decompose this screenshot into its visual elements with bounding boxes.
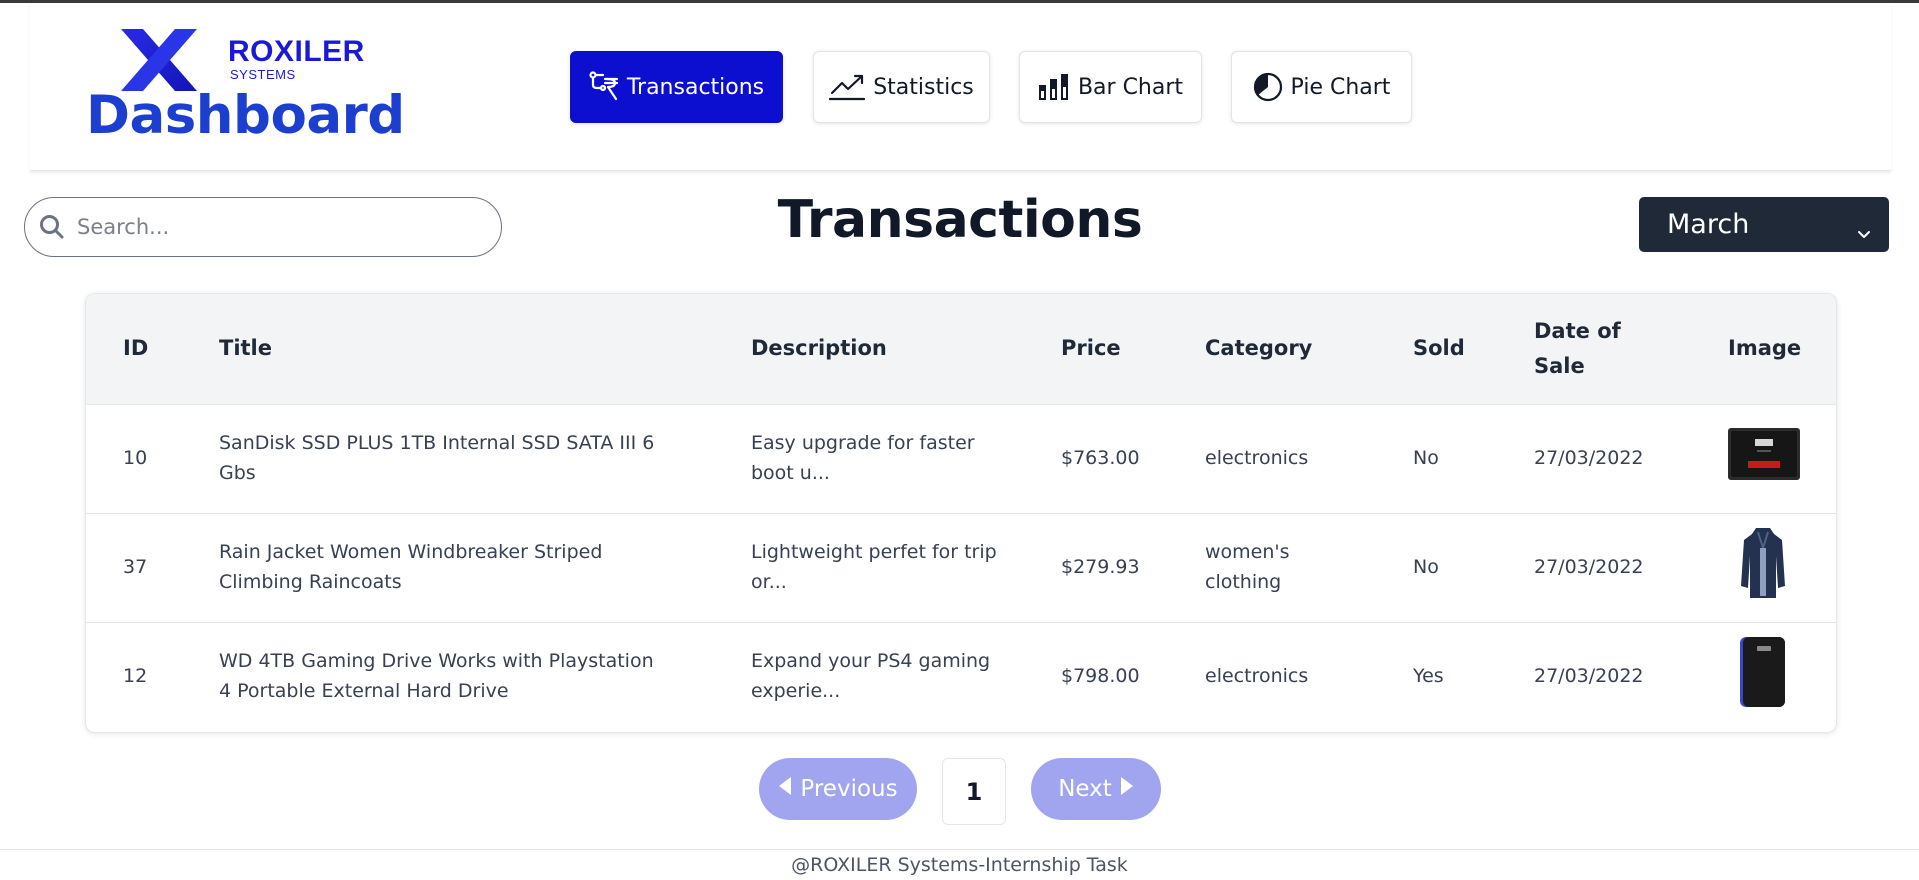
col-date-label: Date of Sale xyxy=(1534,319,1621,378)
cell-description-text: Easy upgrade for faster boot u... xyxy=(751,432,975,484)
page-number: 1 xyxy=(942,758,1006,825)
trend-icon xyxy=(829,73,866,101)
nav-transactions-button[interactable]: Transactions xyxy=(570,51,783,123)
transactions-icon xyxy=(589,71,619,103)
nav-label: Bar Chart xyxy=(1077,74,1184,100)
col-description: Description xyxy=(751,336,887,361)
cell-title-text: Rain Jacket Women Windbreaker Striped Cl… xyxy=(219,541,603,593)
cell-category-text: women's clothing xyxy=(1205,541,1290,593)
cell-sold: Yes xyxy=(1413,665,1444,688)
search-icon xyxy=(39,214,65,240)
search-box[interactable] xyxy=(24,197,502,257)
cell-image xyxy=(1728,622,1836,731)
cell-title: Rain Jacket Women Windbreaker Striped Cl… xyxy=(219,513,751,622)
footer-divider xyxy=(0,849,1919,850)
cell-description-text: Lightweight perfet for trip or... xyxy=(751,541,997,593)
cell-category: electronics xyxy=(1205,622,1413,731)
search-input[interactable] xyxy=(75,214,479,240)
col-title: Title xyxy=(219,336,273,361)
col-category: Category xyxy=(1205,336,1313,361)
nav-label: Pie Chart xyxy=(1290,74,1391,100)
pagination: Previous 1 Next xyxy=(0,758,1919,825)
cell-image xyxy=(1728,513,1836,622)
brand-sub: SYSTEMS xyxy=(230,67,296,82)
cell-description: Expand your PS4 gaming experie... xyxy=(751,622,1061,731)
cell-title: WD 4TB Gaming Drive Works with Playstati… xyxy=(219,622,751,731)
col-id: ID xyxy=(123,336,149,361)
cell-id: 12 xyxy=(123,665,148,688)
rain-jacket-thumbnail xyxy=(1740,526,1836,609)
sandisk-ssd-thumbnail xyxy=(1728,427,1836,489)
col-date: Date of Sale xyxy=(1534,294,1728,404)
previous-label: Previous xyxy=(800,776,898,802)
cell-price: $798.00 xyxy=(1061,665,1140,688)
nav-bar-chart-button[interactable]: Bar Chart xyxy=(1019,51,1202,123)
chevron-down-icon xyxy=(1857,216,1871,247)
bar-chart-icon xyxy=(1038,73,1070,101)
brand-name: ROXILER xyxy=(228,35,365,68)
col-price: Price xyxy=(1061,336,1121,361)
table-row: 37 Rain Jacket Women Windbreaker Striped… xyxy=(86,513,1836,622)
cell-description-text: Expand your PS4 gaming experie... xyxy=(751,650,991,702)
cell-date: 27/03/2022 xyxy=(1534,555,1644,578)
table-header-row: ID Title Description Price Category Sold… xyxy=(86,294,1836,404)
cell-category: women's clothing xyxy=(1205,513,1413,622)
cell-sold: No xyxy=(1413,555,1439,578)
hard-drive-thumbnail xyxy=(1738,636,1836,717)
caret-right-icon xyxy=(1120,776,1134,802)
cell-id: 37 xyxy=(123,555,148,578)
cell-date: 27/03/2022 xyxy=(1534,665,1644,688)
cell-date: 27/03/2022 xyxy=(1534,446,1644,469)
month-select-value: March xyxy=(1667,209,1750,240)
nav-statistics-button[interactable]: Statistics xyxy=(813,51,990,123)
cell-title: SanDisk SSD PLUS 1TB Internal SSD SATA I… xyxy=(219,404,751,513)
col-image: Image xyxy=(1728,336,1802,361)
nav-pie-chart-button[interactable]: Pie Chart xyxy=(1231,51,1412,123)
cell-price: $763.00 xyxy=(1061,446,1140,469)
month-select[interactable]: March xyxy=(1639,197,1889,252)
caret-left-icon xyxy=(778,776,792,802)
cell-sold: No xyxy=(1413,446,1439,469)
table-row: 10 SanDisk SSD PLUS 1TB Internal SSD SAT… xyxy=(86,404,1836,513)
transactions-table: ID Title Description Price Category Sold… xyxy=(85,293,1837,733)
cell-id: 10 xyxy=(123,446,148,469)
cell-description: Lightweight perfet for trip or... xyxy=(751,513,1061,622)
cell-title-text: WD 4TB Gaming Drive Works with Playstati… xyxy=(219,650,654,702)
cell-category-text: electronics xyxy=(1205,446,1309,469)
pie-chart-icon xyxy=(1253,72,1283,102)
cell-category: electronics xyxy=(1205,404,1413,513)
header: ROXILER SYSTEMS Dashboard Transactions S… xyxy=(30,3,1891,171)
logo: ROXILER SYSTEMS Dashboard xyxy=(86,25,405,155)
cell-image xyxy=(1728,404,1836,513)
nav-label: Transactions xyxy=(626,74,765,100)
nav-label: Statistics xyxy=(873,74,974,100)
dashboard-title: Dashboard xyxy=(86,85,405,146)
footer: @ROXILER Systems-Internship Task xyxy=(791,854,1128,876)
next-button[interactable]: Next xyxy=(1031,758,1161,820)
next-label: Next xyxy=(1058,776,1112,802)
previous-button[interactable]: Previous xyxy=(759,758,917,820)
cell-price: $279.93 xyxy=(1061,555,1140,578)
table-row: 12 WD 4TB Gaming Drive Works with Playst… xyxy=(86,622,1836,731)
col-sold: Sold xyxy=(1413,336,1465,361)
cell-description: Easy upgrade for faster boot u... xyxy=(751,404,1061,513)
cell-title-text: SanDisk SSD PLUS 1TB Internal SSD SATA I… xyxy=(219,432,655,484)
cell-category-text: electronics xyxy=(1205,665,1309,688)
page-title: Transactions xyxy=(777,190,1143,250)
